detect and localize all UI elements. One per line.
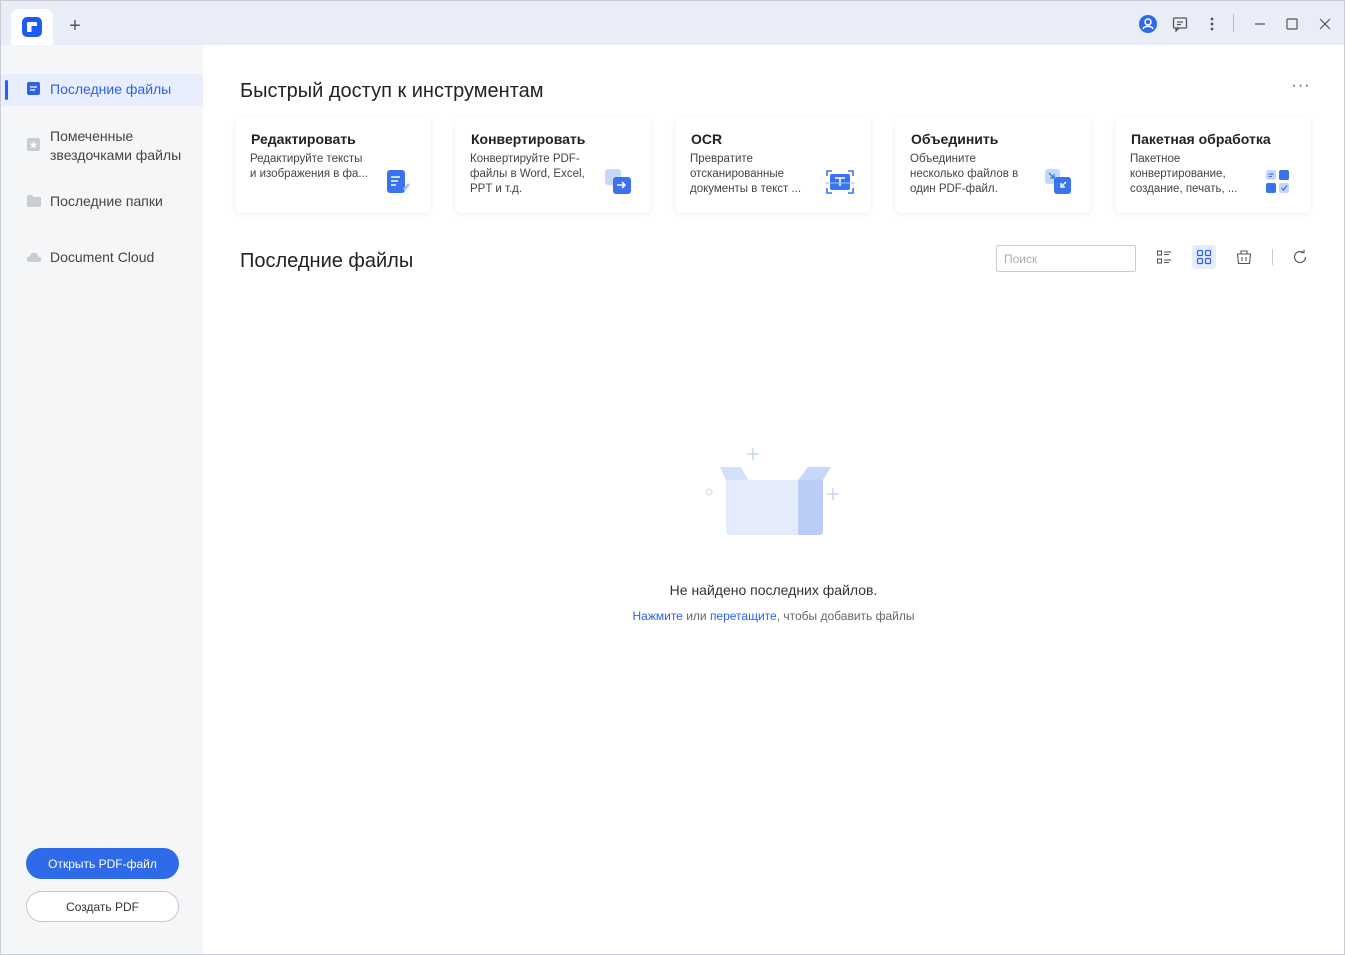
tool-description: Объедините несколько файлов в один PDF-ф… xyxy=(910,153,1019,195)
more-vertical-icon[interactable] xyxy=(1201,13,1223,35)
click-to-add-link[interactable]: Нажмите xyxy=(633,609,683,623)
tool-card-batch[interactable]: Пакетная обработка Пакетное конвертирова… xyxy=(1115,117,1311,213)
quick-access-title: Быстрый доступ к инструментам xyxy=(240,80,544,102)
tool-title: Конвертировать xyxy=(471,131,586,147)
home-tab[interactable] xyxy=(11,9,53,45)
tool-description: Пакетное конвертирование, создание, печа… xyxy=(1130,153,1238,195)
sidebar: Последние файлы Помеченные звездочками ф… xyxy=(1,45,203,954)
empty-state-hint: Нажмите или перетащите, чтобы добавить ф… xyxy=(203,609,1344,623)
ocr-icon xyxy=(825,169,855,195)
sidebar-item-label: Последние файлы xyxy=(50,81,172,97)
refresh-icon[interactable] xyxy=(1288,245,1312,269)
search-input[interactable] xyxy=(996,245,1136,272)
tool-card-convert[interactable]: Конвертировать Конвертируйте PDF-файлы в… xyxy=(455,117,651,213)
tool-card-combine[interactable]: Объединить Объедините несколько файлов в… xyxy=(895,117,1091,213)
sidebar-item-label: Последние папки xyxy=(50,193,163,209)
starred-icon xyxy=(26,138,42,152)
edit-doc-icon xyxy=(385,169,411,195)
minimize-icon[interactable] xyxy=(1249,13,1271,35)
tool-card-edit[interactable]: Редактировать Редактируйте тексты и изоб… xyxy=(235,117,431,213)
tool-title: Объединить xyxy=(911,131,999,147)
title-bar: + xyxy=(1,1,1344,45)
new-tab-button[interactable]: + xyxy=(65,16,85,36)
sidebar-item-document-cloud[interactable]: Document Cloud xyxy=(1,248,203,272)
sidebar-item-recent-files[interactable]: Последние файлы xyxy=(1,74,203,106)
tool-title: Пакетная обработка xyxy=(1131,131,1271,147)
tool-description: Редактируйте тексты и изображения в фа..… xyxy=(250,153,368,180)
grid-view-icon[interactable] xyxy=(1192,245,1216,269)
cloud-icon xyxy=(26,250,42,264)
tool-description: Конвертируйте PDF-файлы в Word, Excel, P… xyxy=(470,153,585,195)
titlebar-divider xyxy=(1233,14,1234,32)
sidebar-item-label: Помеченные звездочками файлы xyxy=(50,128,182,163)
empty-box-illustration xyxy=(698,440,848,540)
hint-rest-text: , чтобы добавить файлы xyxy=(776,609,915,623)
batch-icon xyxy=(1265,169,1291,195)
main-content: Быстрый доступ к инструментам ··· Редакт… xyxy=(203,45,1344,954)
folder-icon xyxy=(26,194,42,208)
open-pdf-button[interactable]: Открыть PDF-файл xyxy=(26,848,179,879)
app-logo-icon xyxy=(22,17,42,37)
list-view-icon[interactable] xyxy=(1152,245,1176,269)
clear-history-icon[interactable] xyxy=(1232,245,1256,269)
user-icon[interactable] xyxy=(1137,13,1159,35)
more-horizontal-icon[interactable]: ··· xyxy=(1291,78,1311,97)
close-icon[interactable] xyxy=(1314,13,1336,35)
tool-title: Редактировать xyxy=(251,131,356,147)
recent-files-title: Последние файлы xyxy=(240,250,414,272)
empty-state-message: Не найдено последних файлов. xyxy=(669,582,878,598)
combine-icon xyxy=(1045,169,1071,195)
tool-title: OCR xyxy=(691,131,723,147)
toolbar-divider xyxy=(1272,249,1273,265)
recent-files-icon xyxy=(26,82,42,96)
create-pdf-button[interactable]: Создать PDF xyxy=(26,891,179,922)
tool-card-ocr[interactable]: OCR Превратите отсканированные документы… xyxy=(675,117,871,213)
convert-icon xyxy=(605,169,631,195)
app-window: + Последние файлы Помеченные звездочками… xyxy=(0,0,1345,955)
maximize-icon[interactable] xyxy=(1281,13,1303,35)
feedback-icon[interactable] xyxy=(1169,13,1191,35)
drag-to-add-link[interactable]: перетащите xyxy=(710,609,777,623)
sidebar-item-label: Document Cloud xyxy=(50,249,155,265)
sidebar-item-recent-folders[interactable]: Последние папки xyxy=(1,192,203,216)
sidebar-item-starred[interactable]: Помеченные звездочками файлы xyxy=(1,127,203,171)
hint-or-text: или xyxy=(682,609,710,623)
tool-description: Превратите отсканированные документы в т… xyxy=(690,153,802,195)
